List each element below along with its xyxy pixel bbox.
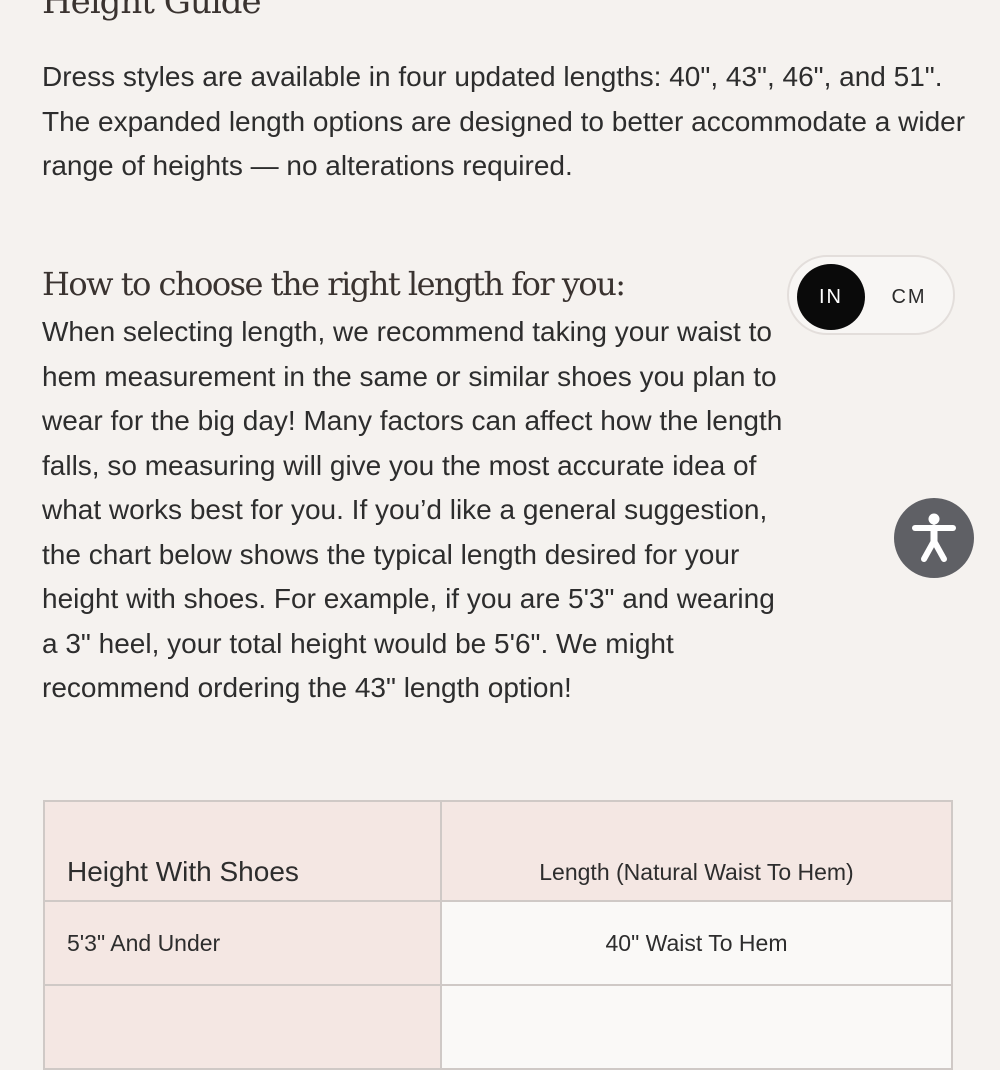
intro-text: Dress styles are available in four updat…: [42, 61, 966, 181]
unit-button-in[interactable]: IN: [797, 264, 865, 330]
table-row: 5'3" And Under 40" Waist To Hem: [43, 900, 953, 986]
table-row: [43, 984, 953, 1070]
header-length: Length (Natural Waist To Hem): [440, 800, 953, 902]
unit-button-cm[interactable]: CM: [875, 264, 943, 330]
guide-text: When selecting length, we recommend taki…: [42, 316, 783, 703]
page-title: Height Guide: [42, 0, 262, 22]
header-height-with-shoes: Height With Shoes: [43, 800, 442, 902]
section-heading: How to choose the right length for you:: [42, 265, 626, 303]
table-cell-height: 5'3" And Under: [43, 900, 442, 986]
unit-toggle: IN CM: [787, 255, 955, 335]
accessibility-person-icon: [912, 513, 956, 562]
table-cell-length: [440, 984, 953, 1070]
table-cell-height: [43, 984, 442, 1070]
size-table: Height With Shoes Length (Natural Waist …: [43, 800, 953, 1070]
accessibility-button[interactable]: [894, 498, 974, 578]
table-cell-length: 40" Waist To Hem: [440, 900, 953, 986]
table-header-row: Height With Shoes Length (Natural Waist …: [43, 800, 953, 902]
